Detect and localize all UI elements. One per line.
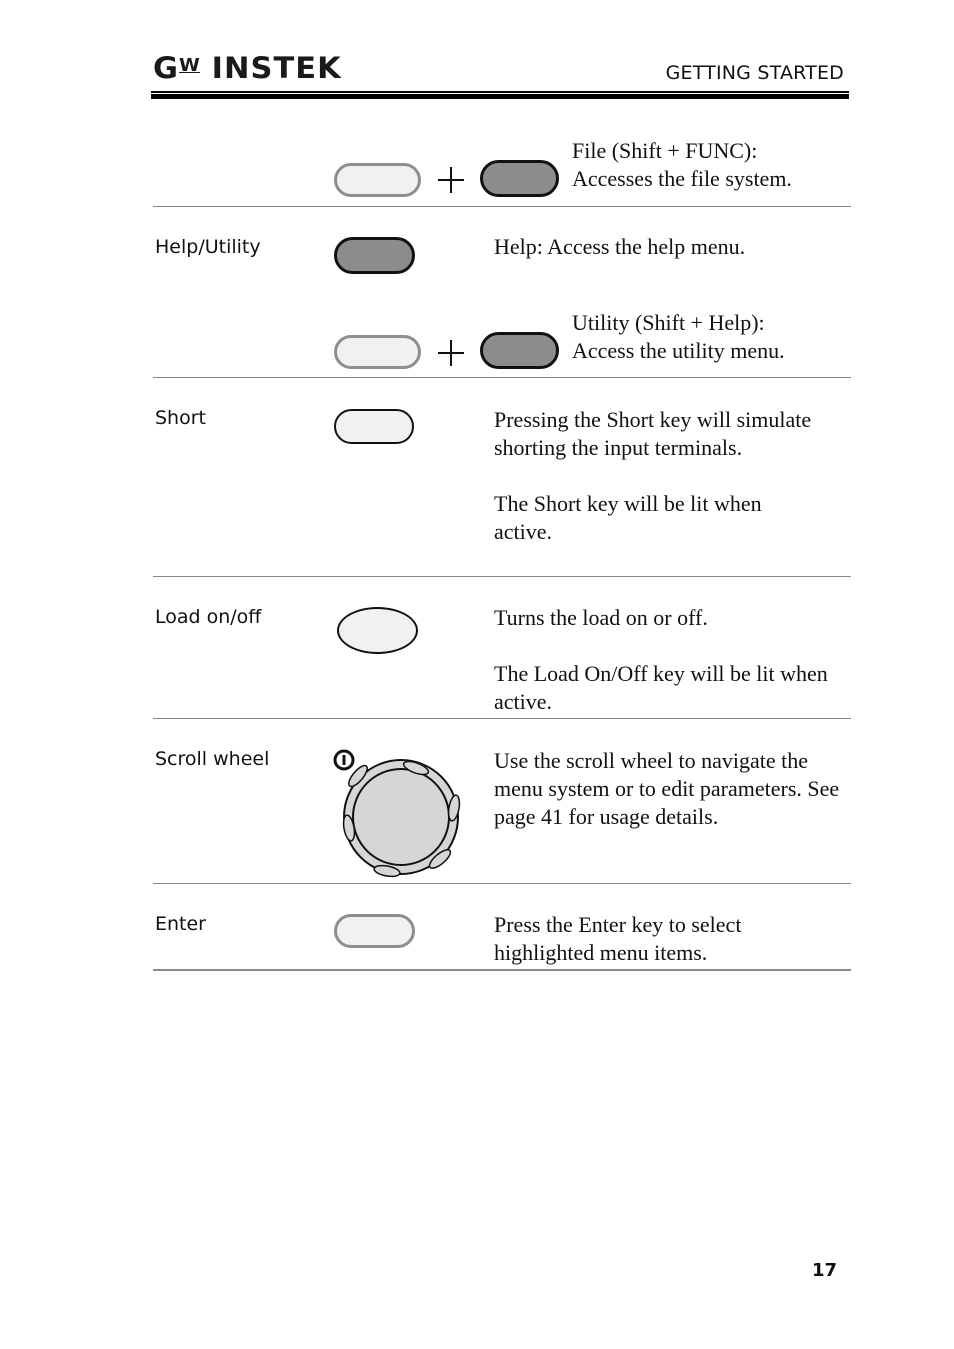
enter-label: Enter bbox=[155, 913, 206, 935]
short-description: Pressing the Short key will simulate sho… bbox=[494, 407, 812, 544]
load-on-off-label: Load on/off bbox=[155, 606, 262, 628]
load-description: Turns the load on or off. The Load On/Of… bbox=[494, 605, 828, 714]
shift-key-icon bbox=[334, 163, 421, 197]
row-divider bbox=[153, 718, 851, 719]
shift-key-icon bbox=[334, 335, 421, 369]
utility-description: Utility (Shift + Help): Access the utili… bbox=[572, 310, 785, 363]
page-number: 17 bbox=[812, 1260, 838, 1281]
section-title: GETTING STARTED bbox=[665, 62, 844, 84]
plus-icon bbox=[438, 167, 464, 193]
short-key-icon bbox=[334, 409, 414, 444]
scroll-wheel-label: Scroll wheel bbox=[155, 748, 270, 770]
help-key-icon bbox=[334, 237, 415, 274]
gw-instek-logo: GW INSTEK bbox=[153, 51, 342, 85]
scroll-wheel-icon bbox=[333, 749, 461, 878]
header-rule-thin bbox=[151, 91, 849, 93]
row-divider bbox=[153, 206, 851, 207]
row-divider bbox=[153, 576, 851, 577]
row-divider bbox=[153, 377, 851, 378]
header-rule-thick bbox=[151, 94, 849, 99]
scroll-wheel-description: Use the scroll wheel to navigate the men… bbox=[494, 748, 840, 829]
help-description: Help: Access the help menu. bbox=[494, 234, 746, 259]
load-key-icon bbox=[337, 607, 418, 654]
enter-description: Press the Enter key to select highlighte… bbox=[494, 912, 742, 965]
help-key-icon bbox=[480, 332, 559, 369]
row-divider bbox=[153, 969, 851, 971]
plus-icon bbox=[438, 340, 464, 366]
help-utility-label: Help/Utility bbox=[155, 236, 261, 258]
short-label: Short bbox=[155, 407, 206, 429]
row-divider bbox=[153, 883, 851, 884]
file-description: File (Shift + FUNC): Accesses the file s… bbox=[572, 138, 792, 191]
func-key-icon bbox=[480, 160, 559, 197]
enter-key-icon bbox=[334, 914, 415, 948]
